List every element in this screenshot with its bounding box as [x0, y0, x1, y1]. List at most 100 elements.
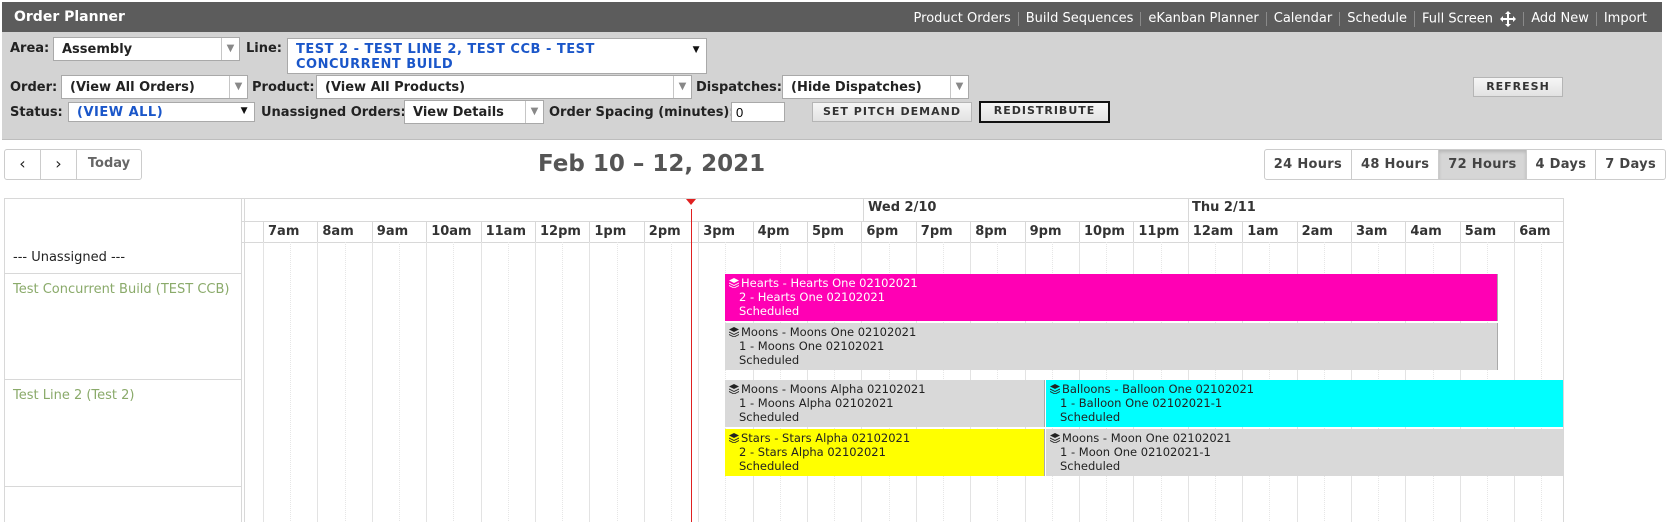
view-4-days[interactable]: 4 Days: [1525, 150, 1596, 179]
chevron-down-icon: ▼: [525, 101, 543, 123]
event-title-text: Hearts - Hearts One 02102021: [741, 276, 918, 290]
hour-label: 11pm: [1133, 221, 1187, 242]
hour-label: 12pm: [535, 221, 589, 242]
event-title-text: Moons - Moons One 02102021: [741, 325, 917, 339]
order-event[interactable]: Balloons - Balloon One 02102021 1 - Ballo…: [1046, 380, 1563, 427]
status-label: Status:: [10, 105, 63, 120]
nav-import[interactable]: Import: [1595, 12, 1654, 26]
hour-gridline: [426, 242, 428, 522]
event-title: Moons - Moon One 02102021: [1050, 431, 1560, 445]
chevron-down-icon: ▼: [950, 76, 968, 98]
order-event[interactable]: Moons - Moon One 02102021 1 - Moon One 02…: [1046, 429, 1563, 476]
unassigned-orders-select[interactable]: View Details ▼: [404, 100, 544, 124]
nav-ekanban-planner[interactable]: eKanban Planner: [1140, 12, 1265, 26]
next-button[interactable]: ›: [41, 150, 77, 179]
order-spacing-input[interactable]: [731, 102, 785, 122]
hour-label: 4am: [1405, 221, 1459, 242]
hour-label: 2am: [1296, 221, 1351, 242]
view-24-hours[interactable]: 24 Hours: [1265, 150, 1351, 179]
unassigned-orders-value: View Details: [413, 105, 504, 120]
chevron-left-icon: ‹: [19, 154, 26, 173]
dispatches-select[interactable]: (Hide Dispatches) ▼: [782, 75, 969, 99]
hour-gridline: [317, 242, 319, 522]
redistribute-button[interactable]: REDISTRIBUTE: [979, 101, 1110, 123]
hour-label: 3pm: [698, 221, 752, 242]
order-event[interactable]: Moons - Moons Alpha 02102021 1 - Moons Al…: [725, 380, 1045, 427]
event-title-text: Moons - Moon One 02102021: [1062, 431, 1232, 445]
nav-full-screen[interactable]: Full Screen: [1413, 11, 1523, 27]
order-event[interactable]: Stars - Stars Alpha 02102021 2 - Stars Al…: [725, 429, 1045, 476]
event-status: Scheduled: [739, 353, 800, 367]
chevron-down-icon: ▼: [673, 76, 691, 98]
day-header: Thu 2/11: [1192, 200, 1256, 215]
event-detail: 2 - Stars Alpha 02102021: [739, 445, 886, 459]
event-title: Stars - Stars Alpha 02102021: [729, 431, 1040, 445]
half-hour-gridline: [290, 242, 292, 522]
chevron-down-icon: ▼: [221, 38, 239, 60]
hour-gridline: [535, 242, 536, 522]
hour-label: 7pm: [915, 221, 970, 242]
resource-name: Test Concurrent Build (TEST CCB): [13, 282, 230, 297]
status-value: (VIEW ALL): [77, 105, 164, 120]
view-48-hours[interactable]: 48 Hours: [1351, 150, 1438, 179]
event-status: Scheduled: [739, 459, 800, 473]
view-switcher: 24 Hours 48 Hours 72 Hours 4 Days 7 Days: [1263, 149, 1666, 180]
area-select[interactable]: Assembly ▼: [53, 37, 240, 61]
event-title-text: Moons - Moons Alpha 02102021: [741, 382, 926, 396]
area-label: Area:: [10, 41, 50, 56]
hour-label: 12am: [1187, 221, 1242, 242]
product-label: Product:: [252, 80, 315, 95]
hour-gridline: [589, 242, 591, 522]
resource-row-unassigned: --- Unassigned ---: [5, 242, 241, 274]
hour-label: 9am: [371, 221, 426, 242]
chevron-down-icon: ▼: [229, 76, 247, 98]
event-title-text: Balloons - Balloon One 02102021: [1062, 382, 1255, 396]
event-status: Scheduled: [1060, 459, 1121, 473]
view-72-hours[interactable]: 72 Hours: [1438, 150, 1526, 179]
layers-icon: [729, 433, 739, 443]
layers-icon: [1050, 433, 1060, 443]
event-detail: 1 - Balloon One 02102021-1: [1060, 396, 1223, 410]
set-pitch-demand-button[interactable]: SET PITCH DEMAND: [812, 102, 972, 122]
event-detail: 2 - Hearts One 02102021: [739, 290, 886, 304]
order-event[interactable]: Hearts - Hearts One 02102021 2 - Hearts O…: [725, 274, 1498, 321]
half-hour-gridline: [453, 242, 455, 522]
filter-panel: Area: Assembly ▼ Line: TEST 2 - TEST LIN…: [2, 32, 1662, 140]
nav-calendar[interactable]: Calendar: [1265, 12, 1339, 26]
resource-row-test-line-2[interactable]: Test Line 2 (Test 2): [5, 380, 241, 487]
line-select[interactable]: TEST 2 - TEST LINE 2, TEST CCB - TEST CO…: [287, 38, 707, 74]
hour-label: 7am: [263, 221, 317, 242]
half-hour-gridline: [399, 242, 400, 522]
app-header: Order Planner Product Orders Build Seque…: [2, 2, 1662, 32]
event-title: Balloons - Balloon One 02102021: [1050, 382, 1560, 396]
status-select[interactable]: (VIEW ALL) ▼: [68, 102, 255, 122]
nav-build-sequences[interactable]: Build Sequences: [1017, 12, 1141, 26]
view-7-days[interactable]: 7 Days: [1595, 150, 1665, 179]
area-value: Assembly: [62, 42, 133, 57]
resource-row-test-ccb[interactable]: Test Concurrent Build (TEST CCB): [5, 274, 241, 380]
order-select[interactable]: (View All Orders) ▼: [61, 75, 248, 99]
half-hour-gridline: [671, 242, 672, 522]
refresh-button[interactable]: REFRESH: [1473, 77, 1563, 97]
nav-product-orders[interactable]: Product Orders: [907, 12, 1018, 26]
event-title-text: Stars - Stars Alpha 02102021: [741, 431, 911, 445]
chevron-down-icon: ▼: [692, 45, 700, 55]
half-hour-gridline: [507, 242, 509, 522]
nav-schedule[interactable]: Schedule: [1339, 12, 1414, 26]
half-hour-gridline: [344, 242, 346, 522]
hour-label: 6pm: [861, 221, 915, 242]
product-select[interactable]: (View All Products) ▼: [316, 75, 692, 99]
event-detail: 1 - Moons One 02102021: [739, 339, 885, 353]
order-spacing-label: Order Spacing (minutes):: [549, 105, 735, 120]
day-divider: [1188, 199, 1189, 221]
hour-label: 5am: [1459, 221, 1514, 242]
prev-button[interactable]: ‹: [5, 150, 41, 179]
event-detail: 1 - Moon One 02102021-1: [1060, 445, 1211, 459]
event-title: Moons - Moons One 02102021: [729, 325, 1493, 339]
nav-add-new[interactable]: Add New: [1523, 12, 1596, 26]
today-button[interactable]: Today: [77, 150, 141, 179]
order-event[interactable]: Moons - Moons One 02102021 1 - Moons One …: [725, 323, 1498, 370]
chevron-right-icon: ›: [55, 154, 62, 173]
dispatches-label: Dispatches:: [696, 80, 782, 95]
app-title: Order Planner: [14, 9, 125, 25]
